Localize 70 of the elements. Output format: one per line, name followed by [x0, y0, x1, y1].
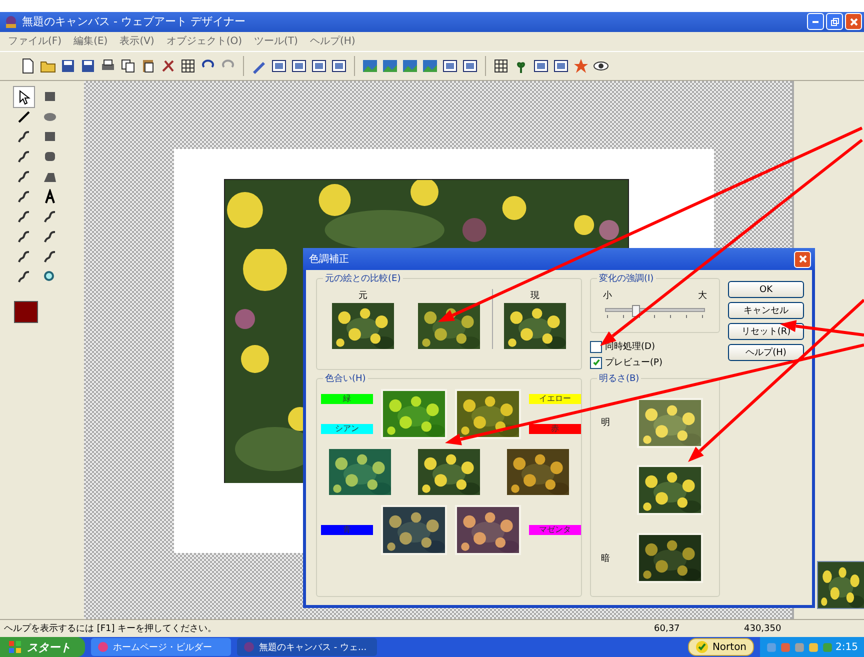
close-icon — [848, 16, 858, 27]
dialog-button[interactable]: キャンセル — [728, 302, 804, 319]
dialog-button[interactable]: OK — [728, 281, 804, 298]
canvas-size: 430,350 — [744, 624, 782, 634]
app-icon — [4, 14, 18, 29]
color-label[interactable]: イエロー — [529, 394, 581, 404]
app-icon — [243, 641, 255, 653]
slider-min-label: 小 — [603, 290, 612, 302]
window-title: 無題のキャンバス - ウェブアート デザイナー — [22, 14, 246, 30]
color-swatch[interactable] — [14, 300, 38, 323]
menu-item[interactable]: 表示(V) — [120, 34, 154, 48]
frame-icon[interactable] — [311, 58, 327, 74]
menu-item[interactable]: オブジェクト(O) — [166, 34, 242, 48]
grid-icon[interactable] — [493, 58, 509, 74]
image-icon[interactable] — [422, 58, 438, 74]
taskbar-button[interactable]: 無題のキャンバス - ウェ... — [237, 638, 377, 656]
close-button[interactable] — [845, 13, 862, 30]
label: 現 — [530, 290, 540, 300]
check-icon — [695, 640, 710, 654]
label: 暗 — [601, 552, 611, 565]
restore-button[interactable] — [826, 13, 843, 30]
color-label[interactable]: マゼンタ — [529, 525, 581, 535]
paste-icon[interactable] — [140, 58, 156, 74]
label: 明 — [601, 416, 611, 430]
group-label: 色合い(H) — [323, 372, 368, 385]
document-icon[interactable] — [20, 58, 36, 74]
color-label[interactable]: シアン — [321, 424, 373, 434]
color-label[interactable]: 緑 — [321, 394, 373, 404]
slider-thumb[interactable] — [632, 305, 640, 317]
start-button[interactable]: スタート — [0, 637, 85, 657]
status-text: ヘルプを表示するには [F1] キーを押してください。 — [4, 622, 218, 636]
dialog-button[interactable]: ヘルプ(H) — [728, 344, 804, 361]
frame-icon[interactable] — [271, 58, 287, 74]
frame-icon[interactable] — [442, 58, 458, 74]
group-label: 明るさ(B) — [597, 372, 642, 385]
menu-item[interactable]: 編集(E) — [74, 34, 108, 48]
image-icon[interactable] — [382, 58, 398, 74]
frame-icon[interactable] — [291, 58, 307, 74]
taskbar-button[interactable]: ホームページ・ビルダー — [91, 638, 231, 656]
menu-item[interactable]: ヘルプ(H) — [310, 34, 356, 48]
dialog-title: 色調補正 — [309, 252, 349, 266]
frame-icon[interactable] — [331, 58, 347, 74]
close-button[interactable] — [794, 250, 811, 268]
frame-icon[interactable] — [533, 58, 549, 74]
grid-icon[interactable] — [180, 58, 196, 74]
clock: 2:15 — [836, 642, 858, 652]
copy-icon[interactable] — [120, 58, 136, 74]
check-icon — [592, 358, 600, 367]
cursor-position: 60,37 — [654, 624, 681, 634]
frame-icon[interactable] — [462, 58, 478, 74]
frame-icon[interactable] — [553, 58, 569, 74]
pointer-icon[interactable] — [14, 86, 34, 107]
minimize-button[interactable] — [807, 13, 824, 30]
close-icon — [798, 254, 808, 264]
restore-icon — [830, 16, 840, 27]
menu-item[interactable]: ツール(T) — [254, 34, 298, 48]
dialog-button[interactable]: リセット(R) — [728, 323, 804, 340]
star-icon[interactable] — [573, 58, 589, 74]
menu-item[interactable]: ファイル(F) — [8, 34, 62, 48]
checkbox[interactable]: プレビュー(P) — [590, 356, 720, 369]
windows-logo-icon — [8, 640, 22, 654]
group-label: 変化の強調(I) — [597, 272, 656, 285]
minimize-icon — [812, 20, 819, 23]
slider-max-label: 大 — [698, 290, 707, 302]
norton-button[interactable]: Norton — [688, 638, 754, 656]
group-label: 元の絵との比較(E) — [323, 272, 403, 285]
app-icon — [97, 641, 109, 653]
image-icon[interactable] — [362, 58, 378, 74]
label: 元 — [358, 290, 368, 300]
image-icon[interactable] — [402, 58, 418, 74]
